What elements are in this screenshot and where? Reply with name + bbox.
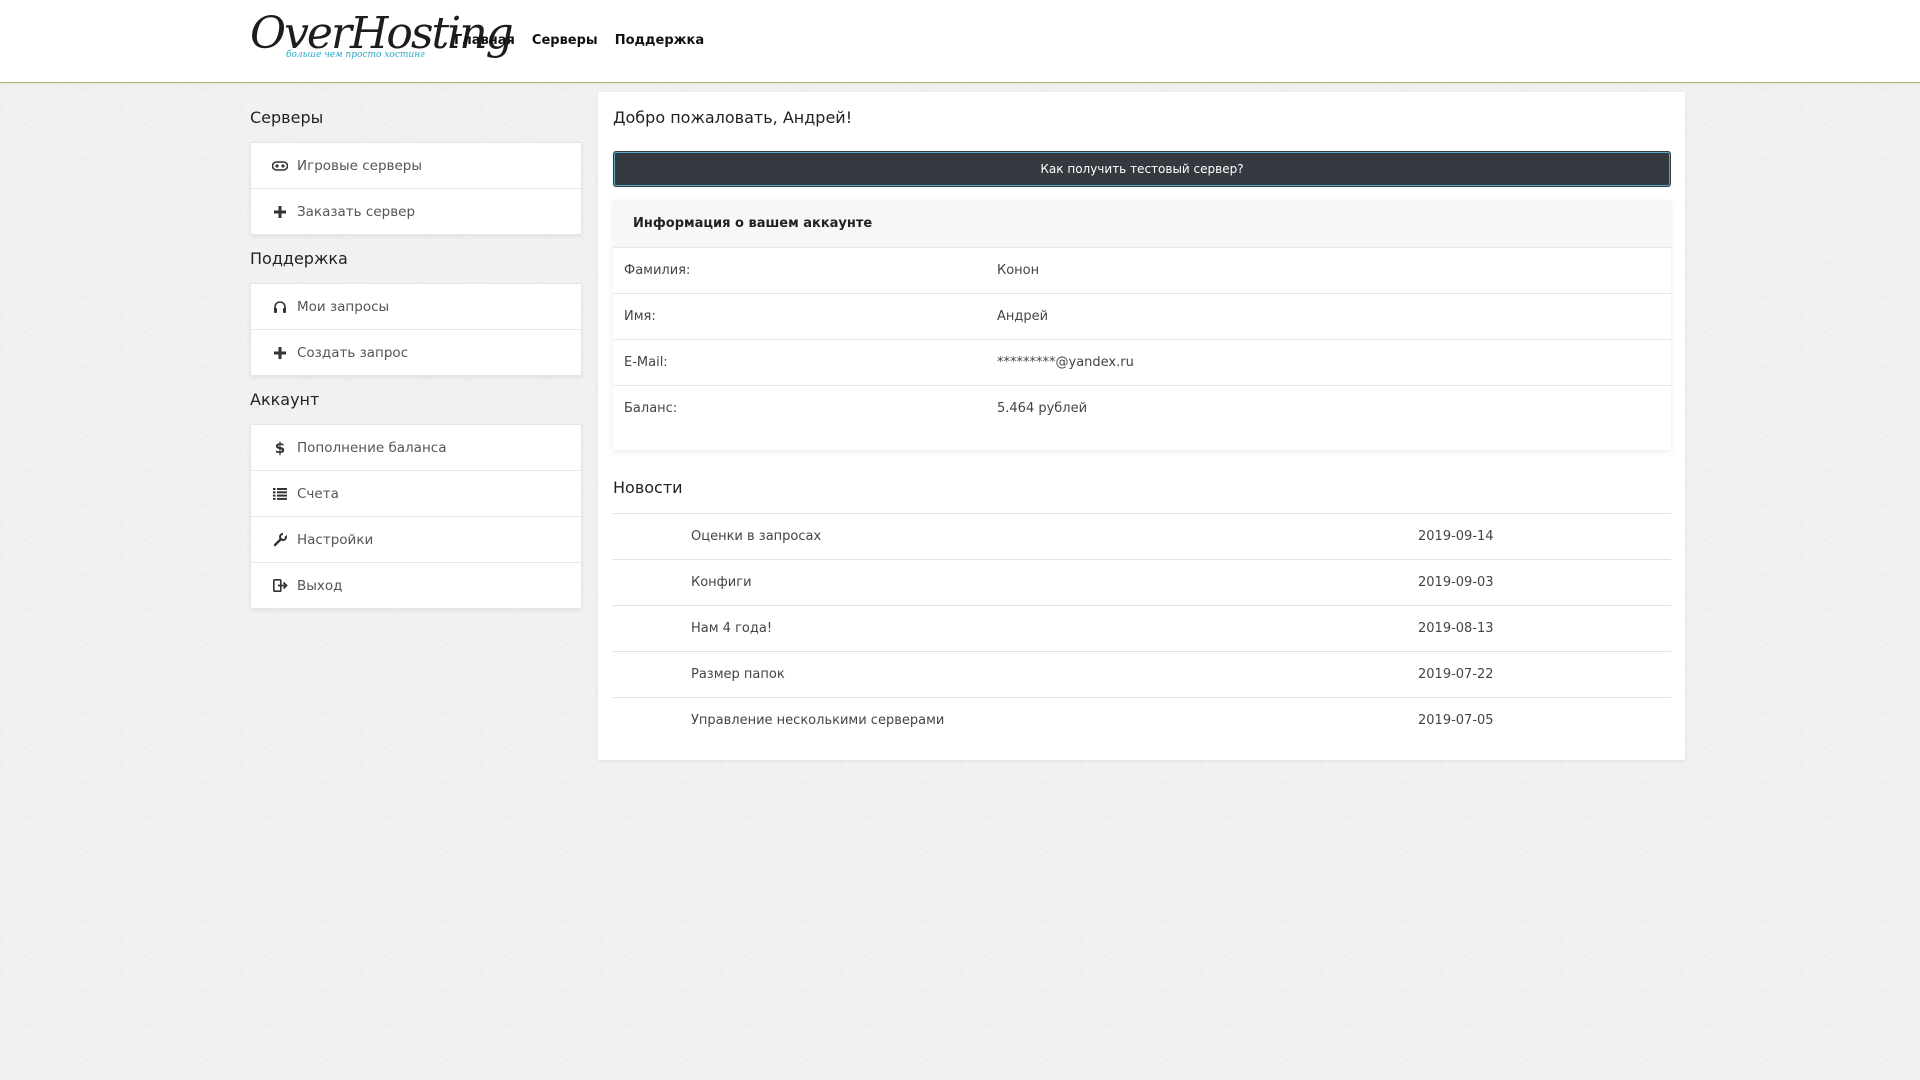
account-row-value: Конон xyxy=(997,263,1040,278)
sidebar-item-label: Создать запрос xyxy=(297,344,409,361)
account-row-label: Баланс: xyxy=(624,401,678,416)
nav-support[interactable]: Поддержка xyxy=(615,33,704,48)
news-item[interactable]: Нам 4 года! 2019-08-13 xyxy=(613,606,1671,652)
account-row-label: E-Mail: xyxy=(624,355,668,370)
sidebar-item-label: Пополнение баланса xyxy=(297,439,447,456)
welcome-title: Добро пожаловать, Андрей! xyxy=(613,108,853,127)
test-server-button[interactable]: Как получить тестовый сервер? xyxy=(613,151,1671,187)
account-row-value: 5.464 рублей xyxy=(997,401,1088,416)
news-item-date: 2019-07-22 xyxy=(1418,667,1494,682)
account-row-label: Имя: xyxy=(624,309,656,324)
list-icon xyxy=(271,487,289,500)
sidebar: Серверы Игровые серверы Заказать сервер … xyxy=(250,100,582,623)
account-row-label: Фамилия: xyxy=(624,263,691,278)
account-row-value: *********@yandex.ru xyxy=(997,355,1134,370)
sidebar-group-support: Мои запросы Создать запрос xyxy=(250,283,582,376)
sidebar-item-order-server[interactable]: Заказать сервер xyxy=(251,189,581,234)
sidebar-item-label: Счета xyxy=(297,485,339,502)
news-item[interactable]: Конфиги 2019-09-03 xyxy=(613,560,1671,606)
dollar-icon: $ xyxy=(274,438,286,457)
sidebar-item-create-request[interactable]: Создать запрос xyxy=(251,330,581,375)
news-item-date: 2019-08-13 xyxy=(1418,621,1494,636)
news-item-title: Управление несколькими серверами xyxy=(691,713,945,728)
headphones-icon xyxy=(271,300,289,314)
plus-icon xyxy=(271,205,289,218)
account-row-name: Имя: Андрей xyxy=(613,294,1671,340)
gamepad-icon xyxy=(271,160,289,172)
news-title: Новости xyxy=(613,478,683,497)
sidebar-item-my-requests[interactable]: Мои запросы xyxy=(251,284,581,330)
sidebar-item-game-servers[interactable]: Игровые серверы xyxy=(251,143,581,189)
news-item[interactable]: Управление несколькими серверами 2019-07… xyxy=(613,698,1671,743)
news-item[interactable]: Оценки в запросах 2019-09-14 xyxy=(613,514,1671,560)
main-content: Добро пожаловать, Андрей! Как получить т… xyxy=(598,92,1685,760)
logo-tagline: больше чем просто хостинг xyxy=(286,50,425,60)
news-item[interactable]: Размер папок 2019-07-22 xyxy=(613,652,1671,698)
wrench-icon xyxy=(271,532,289,547)
news-item-title: Нам 4 года! xyxy=(691,621,773,636)
news-item-title: Оценки в запросах xyxy=(691,529,822,544)
sidebar-item-invoices[interactable]: Счета xyxy=(251,471,581,517)
nav-home[interactable]: Главная xyxy=(454,33,515,48)
plus-icon xyxy=(271,346,289,359)
sidebar-title-account: Аккаунт xyxy=(250,390,320,409)
sidebar-item-label: Заказать сервер xyxy=(297,203,416,220)
site-logo[interactable]: OverHosting больше чем просто хостинг xyxy=(248,6,514,70)
news-item-title: Размер папок xyxy=(691,667,785,682)
sidebar-group-servers: Игровые серверы Заказать сервер xyxy=(250,142,582,235)
top-header: OverHosting больше чем просто хостинг Гл… xyxy=(0,0,1920,83)
main-nav: Главная Серверы Поддержка xyxy=(454,33,704,48)
sidebar-item-label: Выход xyxy=(297,577,343,594)
sidebar-title-servers: Серверы xyxy=(250,108,324,127)
account-row-email: E-Mail: *********@yandex.ru xyxy=(613,340,1671,386)
sidebar-item-top-up-balance[interactable]: $ Пополнение баланса xyxy=(251,425,581,471)
sidebar-item-label: Настройки xyxy=(297,531,374,548)
news-list: Оценки в запросах 2019-09-14 Конфиги 201… xyxy=(613,513,1671,743)
account-info-title: Информация о вашем аккаунте xyxy=(613,200,1671,248)
account-info-card: Информация о вашем аккаунте Фамилия: Кон… xyxy=(613,200,1671,450)
sidebar-group-account: $ Пополнение баланса Счета Настройки Вых… xyxy=(250,424,582,609)
account-row-balance: Баланс: 5.464 рублей xyxy=(613,386,1671,431)
sidebar-item-label: Игровые серверы xyxy=(297,157,423,174)
sidebar-title-support: Поддержка xyxy=(250,249,348,268)
nav-servers[interactable]: Серверы xyxy=(532,33,598,48)
news-item-date: 2019-09-14 xyxy=(1418,529,1494,544)
news-item-date: 2019-09-03 xyxy=(1418,575,1494,590)
news-item-title: Конфиги xyxy=(691,575,752,590)
sidebar-item-label: Мои запросы xyxy=(297,298,390,315)
sidebar-item-logout[interactable]: Выход xyxy=(251,563,581,608)
logout-icon xyxy=(271,579,289,592)
account-row-value: Андрей xyxy=(997,309,1049,324)
news-item-date: 2019-07-05 xyxy=(1418,713,1494,728)
sidebar-item-settings[interactable]: Настройки xyxy=(251,517,581,563)
account-row-surname: Фамилия: Конон xyxy=(613,248,1671,294)
